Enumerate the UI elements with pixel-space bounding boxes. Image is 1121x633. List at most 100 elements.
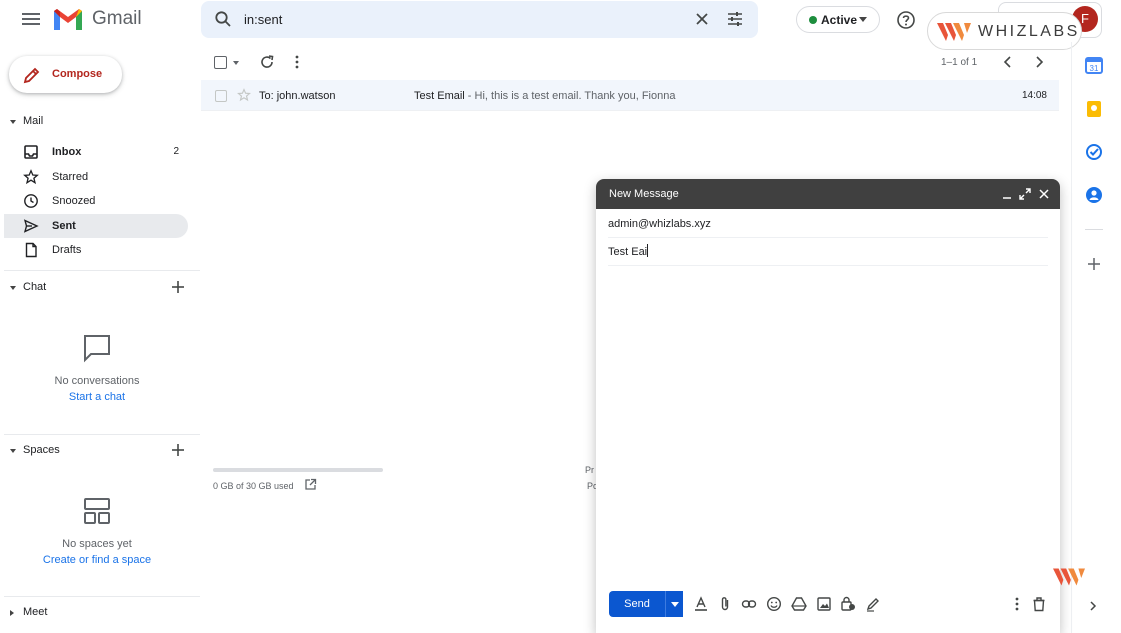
email-subject-line: Test Email - Hi, this is a test email. T…: [414, 90, 675, 102]
recipients-field[interactable]: [608, 210, 1048, 238]
chat-section-header[interactable]: Chat: [8, 280, 198, 298]
close-icon[interactable]: [1037, 187, 1051, 201]
row-checkbox[interactable]: [215, 90, 227, 102]
meet-section-header[interactable]: Meet: [8, 605, 198, 623]
whizlabs-brand: WHIZLABS: [978, 23, 1080, 40]
status-dot-icon: [809, 16, 817, 24]
spaces-section-header[interactable]: Spaces: [8, 443, 198, 461]
insert-emoji-icon[interactable]: [766, 596, 782, 612]
meet-section-label: Meet: [23, 606, 48, 618]
insert-link-icon[interactable]: [741, 596, 757, 612]
sidebar-item-starred[interactable]: Starred: [4, 165, 188, 189]
top-bar: Gmail Active F: [0, 0, 1121, 50]
storage-usage-text: 0 GB of 30 GB used: [213, 481, 294, 491]
mail-section-label: Mail: [23, 115, 44, 127]
sidebar-item-label: Starred: [52, 171, 89, 183]
spaces-empty-text: No spaces yet: [62, 538, 132, 550]
clear-search-icon[interactable]: [693, 10, 711, 28]
select-all-checkbox[interactable]: [214, 56, 227, 69]
google-drive-icon[interactable]: [791, 596, 807, 612]
caret-down-icon: [10, 286, 16, 290]
chevron-down-icon: [671, 602, 679, 607]
chat-section-label: Chat: [23, 281, 47, 293]
unread-count: 2: [173, 146, 179, 157]
help-icon[interactable]: [896, 10, 916, 30]
open-external-icon[interactable]: [304, 478, 317, 491]
text-cursor: [647, 244, 648, 257]
send-icon: [23, 219, 39, 233]
compose-title-bar[interactable]: New Message: [596, 179, 1060, 209]
select-dropdown-icon[interactable]: [233, 61, 239, 65]
whizlabs-logo-icon: [937, 23, 971, 41]
sidebar-item-drafts[interactable]: Drafts: [4, 238, 188, 262]
new-chat-plus-icon[interactable]: [171, 280, 185, 294]
status-dropdown[interactable]: Active: [796, 6, 880, 33]
search-icon[interactable]: [214, 10, 232, 28]
discard-draft-trash-icon[interactable]: [1031, 596, 1047, 612]
attach-file-icon[interactable]: [717, 596, 733, 612]
caret-down-icon: [10, 120, 16, 124]
status-label: Active: [821, 13, 858, 27]
program-policies-fragment: Pr: [585, 465, 594, 475]
sidebar-item-inbox[interactable]: Inbox 2: [4, 140, 188, 164]
side-panel-rail: [1071, 42, 1121, 633]
email-recipient: To: john.watson: [259, 90, 336, 102]
whizlabs-corner-logo-icon: [1053, 568, 1085, 586]
find-space-link[interactable]: Create or find a space: [0, 554, 194, 566]
spaces-grid-icon: [84, 498, 110, 524]
chat-bubble-icon: [84, 335, 110, 363]
table-row[interactable]: To: john.watson Test Email - Hi, this is…: [201, 80, 1059, 111]
sidebar-divider: [4, 434, 200, 435]
draft-icon: [25, 242, 37, 258]
more-vert-icon[interactable]: [289, 54, 305, 70]
send-button[interactable]: Send: [609, 591, 683, 617]
get-addons-plus-icon[interactable]: [1085, 255, 1103, 273]
show-side-panel-chevron-icon[interactable]: [1087, 600, 1099, 612]
star-icon[interactable]: [237, 88, 251, 102]
schedule-send-button[interactable]: [665, 591, 683, 617]
whizlabs-watermark: WHIZLABS: [927, 12, 1082, 50]
mail-section-header[interactable]: Mail: [8, 114, 198, 132]
subject-input[interactable]: [608, 244, 1038, 260]
chevron-left-icon[interactable]: [1000, 54, 1016, 70]
start-chat-link[interactable]: Start a chat: [0, 391, 194, 403]
star-icon: [23, 169, 39, 185]
to-input[interactable]: [608, 216, 1038, 232]
search-input[interactable]: [244, 8, 674, 30]
sidebar-item-label: Inbox: [52, 146, 82, 158]
chevron-right-icon[interactable]: [1031, 54, 1047, 70]
rail-divider: [1085, 229, 1103, 230]
subject-field[interactable]: [608, 238, 1048, 266]
chevron-down-icon: [859, 17, 867, 22]
keep-icon[interactable]: [1085, 100, 1103, 118]
gmail-window: Gmail Active F: [0, 0, 1121, 633]
gmail-logo-icon: [54, 9, 82, 30]
contacts-icon[interactable]: [1085, 186, 1103, 204]
app-name: Gmail: [92, 8, 142, 29]
sidebar-item-label: Snoozed: [52, 195, 96, 207]
sidebar-divider: [4, 596, 200, 597]
fullscreen-icon[interactable]: [1018, 187, 1032, 201]
email-subject: Test Email: [414, 90, 465, 102]
search-options-icon[interactable]: [726, 10, 744, 28]
insert-photo-icon[interactable]: [816, 596, 832, 612]
minimize-icon[interactable]: [1000, 187, 1014, 201]
refresh-icon[interactable]: [259, 54, 275, 70]
insert-signature-icon[interactable]: [865, 596, 881, 612]
caret-down-icon: [10, 449, 16, 453]
calendar-icon[interactable]: 31: [1085, 56, 1103, 74]
tasks-icon[interactable]: [1085, 143, 1103, 161]
more-options-icon[interactable]: [1009, 596, 1025, 612]
sidebar-item-snoozed[interactable]: Snoozed: [4, 189, 188, 213]
email-snippet: - Hi, this is a test email. Thank you, F…: [464, 90, 676, 102]
confidential-mode-icon[interactable]: [840, 596, 856, 612]
storage-usage-bar: [213, 468, 383, 472]
sidebar-item-label: Drafts: [52, 244, 82, 256]
new-space-plus-icon[interactable]: [171, 443, 185, 457]
main-menu-button[interactable]: [21, 10, 41, 30]
compose-button[interactable]: Compose: [9, 56, 122, 93]
pagination-label: 1–1 of 1: [941, 57, 978, 68]
pencil-icon: [23, 67, 40, 84]
sidebar-item-sent[interactable]: Sent: [4, 214, 188, 238]
formatting-options-icon[interactable]: [693, 596, 709, 612]
